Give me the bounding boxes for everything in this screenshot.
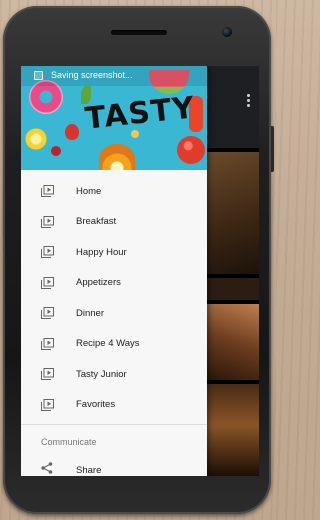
earpiece-speaker (111, 30, 167, 35)
menu-item-appetizers[interactable]: Appetizers (21, 268, 207, 299)
video-library-icon (41, 398, 54, 411)
menu-item-breakfast[interactable]: Breakfast (21, 207, 207, 238)
video-library-icon (41, 246, 54, 258)
cherry-illustration (51, 146, 61, 156)
front-camera (222, 27, 232, 37)
share-label: Share (76, 465, 102, 476)
overflow-menu-icon[interactable] (247, 94, 251, 109)
section-title-communicate: Communicate (41, 437, 97, 447)
menu-divider (21, 424, 207, 425)
video-library-icon (41, 276, 54, 289)
menu-item-label: Happy Hour (76, 246, 127, 258)
menu-item-label: Breakfast (76, 216, 117, 228)
screenshot-icon (34, 71, 43, 80)
menu-item-tasty-junior[interactable]: Tasty Junior (21, 359, 207, 390)
status-bar: Saving screenshot... (21, 66, 207, 86)
power-button (271, 126, 274, 172)
navigation-drawer: Saving screenshot... TASTY Home Breakfas… (21, 66, 207, 476)
menu-item-label: Dinner (76, 307, 104, 319)
orange-slice-illustration (99, 144, 135, 170)
menu-item-dinner[interactable]: Dinner (21, 298, 207, 329)
menu-item-label: Tasty Junior (76, 368, 127, 380)
lemon-illustration (25, 128, 47, 150)
phone-screen: Saving screenshot... TASTY Home Breakfas… (21, 66, 259, 476)
status-notification-text: Saving screenshot... (51, 70, 133, 80)
menu-item-label: Home (76, 185, 102, 197)
tomato-illustration (177, 136, 205, 164)
menu-item-share[interactable]: Share (21, 460, 207, 476)
menu-item-label: Favorites (76, 399, 116, 411)
video-library-icon (41, 215, 54, 228)
drawer-header-banner: Saving screenshot... TASTY (21, 66, 207, 170)
menu-item-happy-hour[interactable]: Happy Hour (21, 237, 207, 268)
menu-item-favorites[interactable]: Favorites (21, 390, 207, 421)
video-library-icon (41, 185, 54, 197)
menu-item-recipe-4-ways[interactable]: Recipe 4 Ways (21, 329, 207, 360)
phone-device: Saving screenshot... TASTY Home Breakfas… (3, 6, 274, 514)
video-library-icon (41, 307, 54, 319)
strawberry-illustration (65, 124, 79, 140)
menu-item-label: Appetizers (76, 277, 121, 289)
recipe-card-thumbnail[interactable] (207, 384, 259, 476)
video-library-icon (41, 368, 54, 380)
recipe-card-thumbnail[interactable] (207, 278, 259, 300)
recipe-card-thumbnail[interactable] (207, 304, 259, 380)
menu-item-home[interactable]: Home (21, 176, 207, 207)
tasty-logo: TASTY (83, 90, 197, 137)
share-icon (41, 462, 53, 474)
video-library-icon (41, 337, 54, 350)
drawer-menu: Home Breakfast Happy Hour Appetizers Din… (21, 176, 207, 420)
recipe-card-thumbnail[interactable] (207, 152, 259, 274)
menu-item-label: Recipe 4 Ways (76, 338, 140, 350)
